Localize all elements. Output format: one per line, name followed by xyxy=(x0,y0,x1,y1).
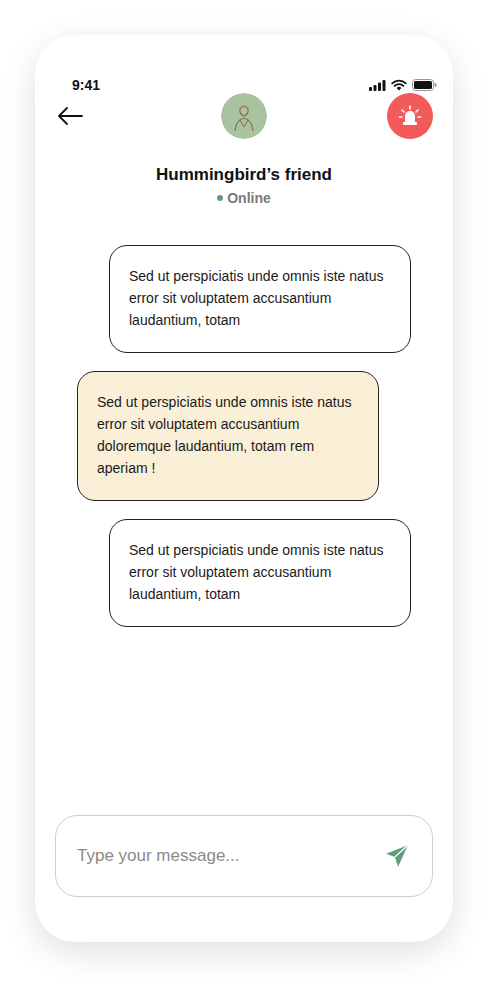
online-dot xyxy=(217,195,223,201)
chat-header xyxy=(35,93,453,139)
status-label: Online xyxy=(227,189,271,207)
message-bubble: Sed ut perspiciatis unde omnis iste natu… xyxy=(77,371,379,501)
message-list: Sed ut perspiciatis unde omnis iste natu… xyxy=(35,245,453,627)
contact-status: Online xyxy=(217,189,271,207)
back-button[interactable] xyxy=(57,94,101,138)
message-composer xyxy=(55,815,433,897)
contact-info: Hummingbird’s friend Online xyxy=(35,164,453,207)
status-time: 9:41 xyxy=(72,77,100,93)
signal-icon xyxy=(369,80,386,91)
page: 9:41 Hummingbird’s friend Online Sed ut per… xyxy=(0,0,500,989)
send-icon xyxy=(384,843,410,869)
contact-avatar[interactable] xyxy=(221,93,267,139)
message-bubble: Sed ut perspiciatis unde omnis iste natu… xyxy=(109,519,411,627)
person-icon xyxy=(221,93,267,139)
send-button[interactable] xyxy=(382,841,412,871)
status-icons xyxy=(369,79,437,91)
wifi-icon xyxy=(391,79,407,91)
phone-frame: 9:41 Hummingbird’s friend Online Sed ut per… xyxy=(35,35,453,942)
status-bar: 9:41 xyxy=(35,77,453,93)
message-bubble: Sed ut perspiciatis unde omnis iste natu… xyxy=(109,245,411,353)
back-arrow-icon xyxy=(57,106,83,126)
siren-icon xyxy=(398,104,422,128)
contact-name: Hummingbird’s friend xyxy=(156,164,332,186)
alarm-button[interactable] xyxy=(387,93,433,139)
battery-icon xyxy=(412,79,437,91)
message-input[interactable] xyxy=(77,846,372,866)
